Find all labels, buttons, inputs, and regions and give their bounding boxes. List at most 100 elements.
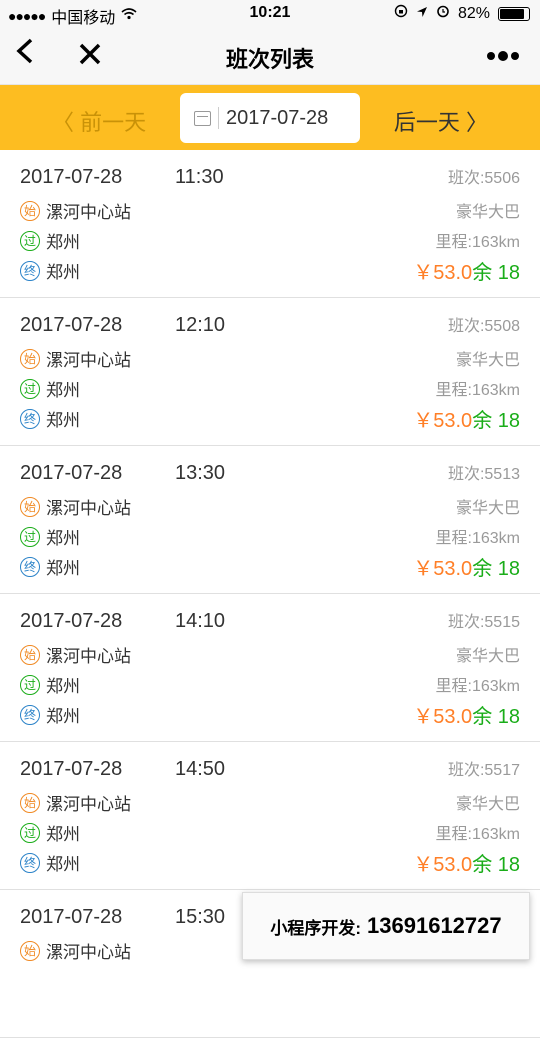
nav-bar: 班次列表 [0, 26, 540, 85]
departure-date: 2017-07-28 [20, 462, 123, 484]
via-station: 过郑州 [20, 820, 80, 845]
end-badge-icon: 终 [20, 704, 40, 725]
end-station-name: 郑州 [46, 855, 80, 874]
via-station-name: 郑州 [46, 233, 80, 252]
start-badge-icon: 始 [20, 200, 40, 221]
end-station-name: 郑州 [46, 411, 80, 430]
end-badge-icon: 终 [20, 408, 40, 429]
via-station: 过郑州 [20, 376, 80, 401]
departure-date: 2017-07-28 [20, 314, 123, 336]
seats-left: 余 18 [472, 410, 520, 432]
end-station: 终郑州 [20, 702, 80, 727]
start-station-name: 漯河中心站 [46, 943, 131, 962]
price-line: ￥53.0余 18 [413, 848, 520, 877]
more-icon[interactable] [486, 36, 520, 70]
promo-phone: 13691612727 [367, 913, 502, 938]
via-station-name: 郑州 [46, 529, 80, 548]
via-station-name: 郑州 [46, 677, 80, 696]
battery-percent: 82% [457, 4, 490, 22]
distance: 里程:163km [435, 382, 520, 399]
via-station: 过郑州 [20, 228, 80, 253]
start-station-name: 漯河中心站 [46, 795, 131, 814]
departure-time: 15:30 [175, 906, 226, 928]
start-station: 始漯河中心站 [20, 346, 131, 371]
departure-time: 14:10 [175, 610, 226, 632]
orientation-lock-icon [394, 4, 408, 23]
page-title: 班次列表 [225, 47, 314, 72]
divider [218, 107, 219, 129]
bus-type: 豪华大巴 [455, 500, 520, 517]
via-station: 过郑州 [20, 524, 80, 549]
via-station-name: 郑州 [46, 825, 80, 844]
start-station-name: 漯河中心站 [46, 499, 131, 518]
departure-date: 2017-07-28 [20, 610, 123, 632]
price-line: ￥53.0余 18 [413, 552, 520, 581]
departure-time: 13:30 [175, 462, 226, 484]
departure-time: 12:10 [175, 314, 226, 336]
bus-type: 豪华大巴 [455, 648, 520, 665]
distance: 里程:163km [435, 234, 520, 251]
via-badge-icon: 过 [20, 378, 40, 399]
promo-banner[interactable]: 小程序开发: 13691612727 [242, 892, 530, 960]
end-station: 终郑州 [20, 850, 80, 875]
seats-left: 余 18 [472, 558, 520, 580]
price: ￥53.0 [413, 854, 473, 876]
start-station-name: 漯河中心站 [46, 203, 131, 222]
start-station-name: 漯河中心站 [46, 647, 131, 666]
bus-number: 班次:5506 [447, 170, 520, 187]
departure-time: 11:30 [175, 166, 224, 188]
end-badge-icon: 终 [20, 852, 40, 873]
schedule-item[interactable]: 2017-07-28 14:10 班次:5515 豪华大巴 里程:163km ￥… [0, 594, 540, 742]
via-badge-icon: 过 [20, 526, 40, 547]
price: ￥53.0 [413, 706, 473, 728]
end-badge-icon: 终 [20, 260, 40, 281]
end-station: 终郑州 [20, 406, 80, 431]
distance: 里程:163km [435, 678, 520, 695]
via-station-name: 郑州 [46, 381, 80, 400]
start-badge-icon: 始 [20, 496, 40, 517]
status-bar: ●●●●● 中国移动 10:21 82% [0, 0, 540, 27]
price-line: ￥53.0余 18 [413, 700, 520, 729]
start-badge-icon: 始 [20, 348, 40, 369]
next-day-button[interactable]: 后一天 〉 [394, 105, 488, 137]
start-badge-icon: 始 [20, 940, 40, 961]
start-station: 始漯河中心站 [20, 642, 131, 667]
start-badge-icon: 始 [20, 644, 40, 665]
start-badge-icon: 始 [20, 792, 40, 813]
price-line: ￥53.0余 18 [413, 404, 520, 433]
date-selector: 〈 前一天 2017-07-28 后一天 〉 [0, 85, 540, 150]
price: ￥53.0 [413, 262, 473, 284]
bus-type: 豪华大巴 [455, 796, 520, 813]
battery-icon [498, 6, 530, 21]
bus-type: 豪华大巴 [455, 352, 520, 369]
schedule-item[interactable]: 2017-07-28 12:10 班次:5508 豪华大巴 里程:163km ￥… [0, 298, 540, 446]
price: ￥53.0 [413, 558, 473, 580]
price-line: ￥53.0余 18 [413, 256, 520, 285]
end-station: 终郑州 [20, 554, 80, 579]
location-icon [416, 5, 428, 23]
bus-number: 班次:5513 [447, 466, 520, 483]
schedule-item[interactable]: 2017-07-28 14:50 班次:5517 豪华大巴 里程:163km ￥… [0, 742, 540, 890]
schedule-item[interactable]: 2017-07-28 13:30 班次:5513 豪华大巴 里程:163km ￥… [0, 446, 540, 594]
seats-left: 余 18 [472, 262, 520, 284]
distance: 里程:163km [435, 530, 520, 547]
bus-number: 班次:5517 [447, 762, 520, 779]
start-station: 始漯河中心站 [20, 790, 131, 815]
departure-time: 14:50 [175, 758, 226, 780]
selected-date: 2017-07-28 [226, 107, 329, 129]
start-station: 始漯河中心站 [20, 198, 131, 223]
end-station-name: 郑州 [46, 707, 80, 726]
end-badge-icon: 终 [20, 556, 40, 577]
via-badge-icon: 过 [20, 230, 40, 251]
calendar-icon [194, 111, 211, 126]
distance: 里程:163km [435, 826, 520, 843]
bus-number: 班次:5515 [447, 614, 520, 631]
prev-day-button[interactable]: 〈 前一天 [52, 105, 146, 137]
end-station: 终郑州 [20, 258, 80, 283]
departure-date: 2017-07-28 [20, 758, 123, 780]
via-badge-icon: 过 [20, 822, 40, 843]
date-picker[interactable]: 2017-07-28 [180, 93, 360, 143]
schedule-item[interactable]: 2017-07-28 11:30 班次:5506 豪华大巴 里程:163km ￥… [0, 150, 540, 298]
start-station: 始漯河中心站 [20, 938, 131, 963]
price: ￥53.0 [413, 410, 473, 432]
